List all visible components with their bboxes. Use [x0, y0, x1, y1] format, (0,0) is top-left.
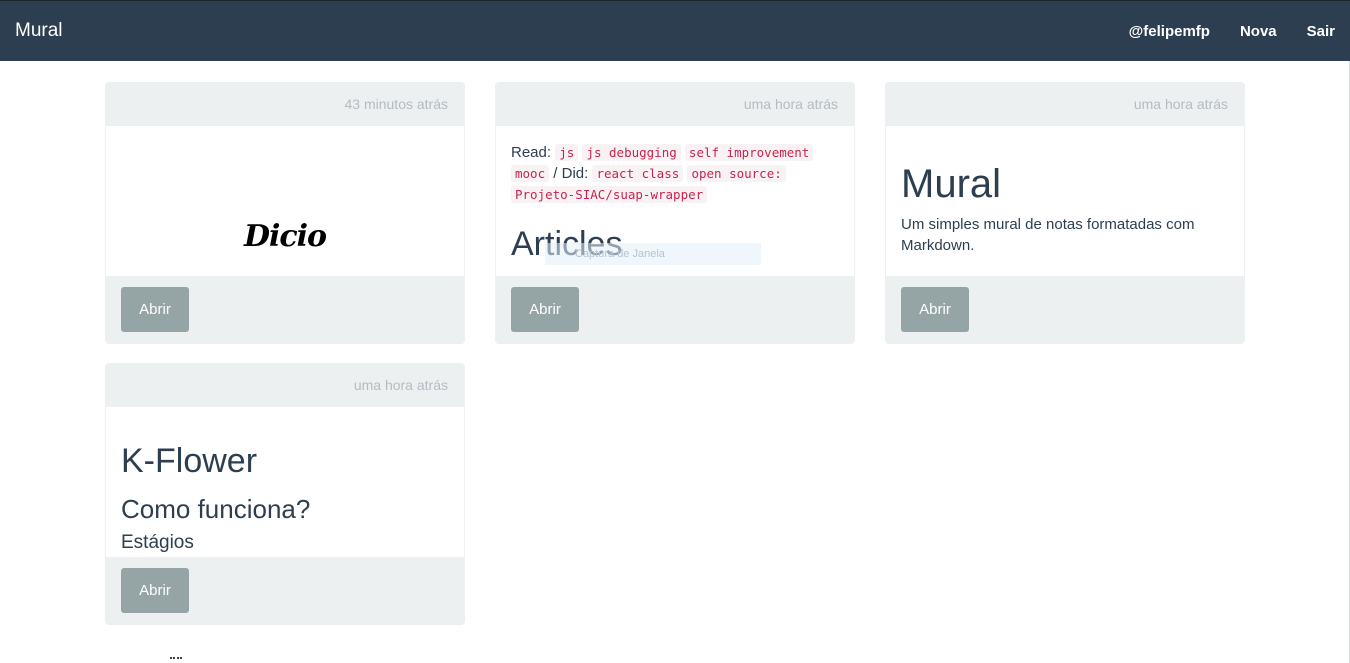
navbar: Mural @felipemfp Nova Sair [0, 0, 1350, 61]
window-capture-overlay: Captura de Janela [545, 243, 761, 265]
nav-user-link[interactable]: @felipemfp [1129, 23, 1210, 40]
open-button[interactable]: Abrir [511, 287, 579, 332]
card-subheading: Como funciona? [121, 494, 311, 524]
tag-code: self improvement [684, 144, 814, 161]
tag-code: react class [592, 165, 684, 182]
brand-link[interactable]: Mural [15, 19, 63, 43]
dicio-logo: Dicio [243, 219, 327, 254]
note-card: uma hora atrás K-Flower Como funciona? E… [105, 363, 465, 625]
card-footer: Abrir [496, 276, 854, 343]
card-heading: Mural [901, 162, 1002, 206]
card-timestamp: uma hora atrás [106, 364, 464, 407]
open-button[interactable]: Abrir [901, 287, 969, 332]
card-subsubheading: Estágios [121, 532, 194, 553]
tag-code: js [555, 144, 579, 161]
note-card: uma hora atrás Mural Um simples mural de… [885, 82, 1245, 344]
did-label: / Did: [553, 165, 589, 182]
note-card: uma hora atrás Read: js js debugging sel… [495, 82, 855, 344]
card-timestamp: uma hora atrás [496, 83, 854, 126]
card-body: Mural Um simples mural de notas formatad… [886, 126, 1244, 276]
card-body: Read: js js debugging self improvement m… [496, 126, 854, 276]
card-body: Dicio [106, 126, 464, 276]
read-did-paragraph: Read: js js debugging self improvement m… [511, 142, 839, 205]
tag-code: js debugging [582, 144, 681, 161]
card-footer: Abrir [106, 276, 464, 343]
card-body: K-Flower Como funciona? Estágios [106, 407, 464, 557]
card-timestamp: uma hora atrás [886, 83, 1244, 126]
next-row-peek [170, 657, 182, 660]
nav-logout-link[interactable]: Sair [1307, 23, 1335, 40]
card-footer: Abrir [886, 276, 1244, 343]
note-card: 43 minutos atrás Dicio Abrir [105, 82, 465, 344]
tag-code: mooc [511, 165, 550, 182]
nav-links: @felipemfp Nova Sair [1099, 1, 1350, 62]
card-timestamp: 43 minutos atrás [106, 83, 464, 126]
tag-code: Projeto-SIAC/suap-wrapper [511, 186, 708, 203]
tag-code: open source: [687, 165, 786, 182]
nav-new-link[interactable]: Nova [1240, 23, 1277, 40]
card-heading: K-Flower [121, 442, 258, 480]
read-label: Read: [511, 144, 552, 161]
card-description: Um simples mural de notas formatadas com… [901, 216, 1195, 254]
open-button[interactable]: Abrir [121, 568, 189, 613]
card-footer: Abrir [106, 557, 464, 624]
open-button[interactable]: Abrir [121, 287, 189, 332]
